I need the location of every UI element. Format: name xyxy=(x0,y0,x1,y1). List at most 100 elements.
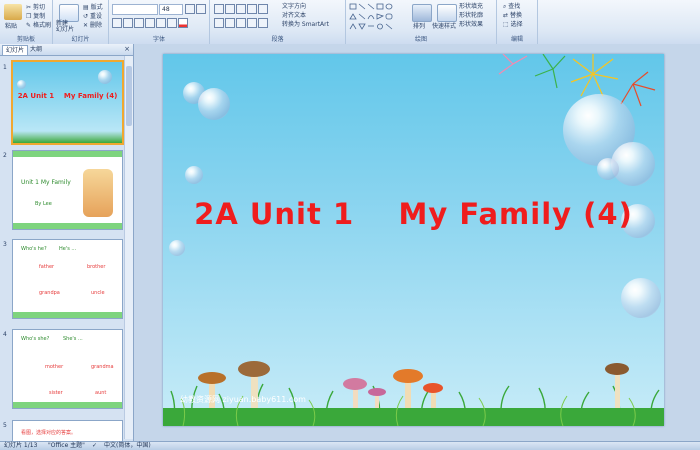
delete-label: 删除 xyxy=(89,22,102,29)
thumb-number: 1 xyxy=(3,64,7,71)
font-name-field[interactable] xyxy=(112,4,158,15)
thumbnail-slide-5[interactable]: 看图，选择对应的答案。 xyxy=(12,420,123,441)
thumb-footer-band xyxy=(13,402,122,408)
new-slide-button[interactable]: 新建 幻灯片 xyxy=(56,21,74,33)
quick-styles-icon[interactable] xyxy=(437,4,457,22)
thumb-footer-band xyxy=(13,223,122,229)
select-label: 选择 xyxy=(510,21,523,28)
bubble-icon xyxy=(98,70,112,84)
thumb-word: sister xyxy=(49,390,63,396)
bubble-icon xyxy=(621,278,661,318)
thumbnail-slide-1[interactable]: 2A Unit 1 My Family (4) xyxy=(11,60,124,145)
cut-button[interactable]: ✂ 剪切 xyxy=(26,2,45,11)
shadow-icon[interactable] xyxy=(156,18,166,28)
font-group: 48 字体 xyxy=(109,0,210,44)
increase-indent-icon[interactable] xyxy=(247,4,257,14)
grass-strip xyxy=(13,131,122,143)
bold-icon[interactable] xyxy=(112,18,122,28)
slide-title[interactable]: 2A Unit 1 My Family (4) xyxy=(163,197,664,231)
strikethrough-icon[interactable] xyxy=(145,18,155,28)
thumb-title: 2A Unit 1 My Family (4) xyxy=(17,92,118,100)
convert-smartart-button[interactable]: 转换为 SmartArt xyxy=(282,19,329,28)
thumb-number: 4 xyxy=(3,331,7,338)
font-size-field[interactable]: 48 xyxy=(159,4,183,15)
thumb-subtitle: By Lee xyxy=(35,201,52,207)
quick-styles-button[interactable]: 快速样式 xyxy=(432,21,456,30)
shape-effects-button[interactable]: 形状效果 xyxy=(459,19,483,28)
decrease-indent-icon[interactable] xyxy=(236,4,246,14)
align-right-icon[interactable] xyxy=(236,18,246,28)
align-text-button[interactable]: 对齐文本 xyxy=(282,10,306,19)
arrange-button[interactable]: 排列 xyxy=(413,21,425,30)
slides-group: 新建 幻灯片 ▤ 版式 ↺ 重设 ✕ 删除 幻灯片 xyxy=(53,0,109,44)
justify-icon[interactable] xyxy=(247,18,257,28)
thumb-number: 5 xyxy=(3,422,7,429)
thumb-number: 3 xyxy=(3,241,7,248)
thumbnail-slide-2[interactable]: Unit 1 My Family By Lee xyxy=(12,150,123,230)
clipboard-group-label: 剪贴板 xyxy=(16,36,35,43)
tab-slides[interactable]: 幻灯片 xyxy=(2,45,29,55)
text-direction-button[interactable]: 文字方向 xyxy=(282,1,306,10)
drawing-group-label: 绘图 xyxy=(414,36,427,43)
thumb-number: 2 xyxy=(3,152,7,159)
shrink-font-icon[interactable] xyxy=(196,4,206,14)
thumb-word: mother xyxy=(45,364,64,370)
underline-icon[interactable] xyxy=(134,18,144,28)
thumb-title: Unit 1 My Family xyxy=(21,179,71,186)
editing-group-label: 编辑 xyxy=(510,36,523,43)
grass-decoration xyxy=(163,361,664,426)
layout-button[interactable]: ▤ 版式 xyxy=(83,2,103,11)
thumb-instruction: 看图，选择对应的答案。 xyxy=(21,430,77,436)
format-painter-label: 格式刷 xyxy=(32,22,51,29)
thumb-answer: He's ... xyxy=(59,246,77,252)
clipboard-group: 粘贴 ✂ 剪切 ❐ 复制 ✎ 格式刷 剪贴板 xyxy=(0,0,53,44)
thumb-question: Who's she? xyxy=(21,336,50,342)
thumb-word: father xyxy=(39,264,55,270)
scrollbar-thumb[interactable] xyxy=(126,66,132,126)
shape-outline-button[interactable]: 形状轮廓 xyxy=(459,10,483,19)
bullets-icon[interactable] xyxy=(214,4,224,14)
bubble-icon xyxy=(597,158,619,180)
paragraph-group-label: 段落 xyxy=(271,36,284,43)
columns-icon[interactable] xyxy=(258,18,268,28)
select-button[interactable]: ⬚ 选择 xyxy=(503,19,523,28)
pane-tabs: 幻灯片 大纲 × xyxy=(0,44,133,56)
thumb-word: brother xyxy=(87,264,106,270)
grow-font-icon[interactable] xyxy=(185,4,195,14)
italic-icon[interactable] xyxy=(123,18,133,28)
numbering-icon[interactable] xyxy=(225,4,235,14)
arrange-icon[interactable] xyxy=(412,4,432,22)
shape-fill-button[interactable]: 形状填充 xyxy=(459,1,483,10)
thumbnail-slide-4[interactable]: Who's she? She's ... mother grandma sist… xyxy=(12,329,123,409)
paste-button[interactable]: 粘贴 xyxy=(5,21,17,30)
format-painter-button[interactable]: ✎ 格式刷 xyxy=(26,20,51,29)
bubble-icon xyxy=(185,166,203,184)
thumb-header-band xyxy=(13,151,122,157)
bubble-icon xyxy=(198,88,230,120)
layout-label: 版式 xyxy=(90,4,103,11)
replace-button[interactable]: ⇄ 替换 xyxy=(503,10,522,19)
copy-button[interactable]: ❐ 复制 xyxy=(26,11,45,20)
reset-button[interactable]: ↺ 重设 xyxy=(83,11,102,20)
char-spacing-icon[interactable] xyxy=(167,18,177,28)
line-spacing-icon[interactable] xyxy=(258,4,268,14)
close-icon[interactable]: × xyxy=(124,45,130,53)
paragraph-group: 文字方向 对齐文本 转换为 SmartArt 段落 xyxy=(210,0,346,44)
align-left-icon[interactable] xyxy=(214,18,224,28)
thumb-answer: She's ... xyxy=(63,336,83,342)
delete-slide-button[interactable]: ✕ 删除 xyxy=(83,20,102,29)
paste-icon[interactable] xyxy=(4,4,22,20)
tab-outline[interactable]: 大纲 xyxy=(27,45,45,54)
pane-scrollbar[interactable] xyxy=(124,56,133,439)
shapes-gallery[interactable] xyxy=(348,2,408,32)
watermark-text: 幼教资源网 ziyuan.baby611.com xyxy=(180,395,306,404)
thumb-question: Who's he? xyxy=(21,246,47,252)
align-center-icon[interactable] xyxy=(225,18,235,28)
font-color-icon[interactable] xyxy=(178,18,188,28)
thumb-word: uncle xyxy=(91,290,105,296)
slide-canvas[interactable]: 2A Unit 1 My Family (4) 幼教资源网 ziyuan.bab… xyxy=(163,54,664,426)
ribbon: 粘贴 ✂ 剪切 ❐ 复制 ✎ 格式刷 剪贴板 新建 幻灯片 ▤ 版式 ↺ 重设 … xyxy=(0,0,700,45)
thumbnail-slide-3[interactable]: Who's he? He's ... father brother grandp… xyxy=(12,239,123,319)
slides-group-label: 幻灯片 xyxy=(71,36,90,43)
cut-label: 剪切 xyxy=(32,4,45,11)
